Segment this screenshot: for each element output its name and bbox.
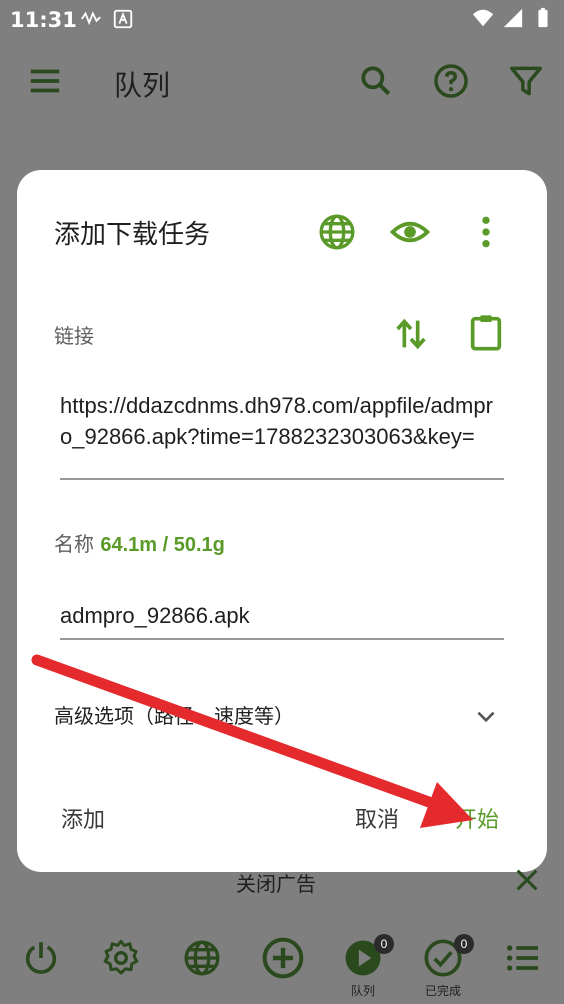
close-icon[interactable] <box>513 866 541 894</box>
signal-activity-icon <box>81 11 101 26</box>
add-button[interactable]: 添加 <box>61 802 105 834</box>
filter-icon[interactable] <box>507 62 545 100</box>
bottom-nav: 0 队列 0 已完成 <box>0 922 564 1004</box>
filename-input[interactable]: admpro_92866.apk <box>60 596 504 640</box>
browser-globe-icon[interactable] <box>182 938 222 978</box>
power-icon[interactable] <box>21 938 61 978</box>
close-ad-label[interactable]: 关闭广告 <box>236 868 316 897</box>
cell-signal-icon <box>503 8 523 28</box>
advanced-options-label[interactable]: 高级选项（路径、速度等） <box>54 700 294 729</box>
battery-icon <box>538 7 548 28</box>
more-vert-icon[interactable] <box>466 212 506 252</box>
dialog-title: 添加下载任务 <box>54 220 211 250</box>
chevron-down-icon[interactable] <box>473 704 499 730</box>
clipboard-icon[interactable] <box>466 312 506 352</box>
swap-vertical-icon[interactable] <box>391 314 431 354</box>
queue-badge: 0 <box>374 934 394 954</box>
name-label-row: 名称 64.1m / 50.1g <box>54 528 225 557</box>
size-info: 64.1m / 50.1g <box>100 534 225 556</box>
search-icon[interactable] <box>357 62 395 100</box>
nav-label-completed: 已完成 <box>425 984 462 998</box>
list-icon[interactable] <box>503 938 543 978</box>
globe-icon[interactable] <box>317 212 357 252</box>
add-circle-icon[interactable] <box>261 936 305 980</box>
menu-icon[interactable] <box>26 62 64 100</box>
cancel-button[interactable]: 取消 <box>355 802 399 834</box>
app-bar: 队列 <box>0 38 564 126</box>
settings-icon[interactable] <box>101 938 141 978</box>
start-button[interactable]: 开始 <box>455 802 499 834</box>
accessibility-a-icon <box>113 9 133 29</box>
status-bar: 11:31 <box>0 0 564 38</box>
wifi-icon <box>472 9 494 27</box>
name-label: 名称 <box>54 532 94 556</box>
add-download-dialog: 添加下载任务 链接 https://ddazcdnms.dh978.com/ap… <box>17 170 547 872</box>
eye-icon[interactable] <box>390 212 430 252</box>
nav-label-queue: 队列 <box>351 984 376 998</box>
link-label: 链接 <box>54 324 94 348</box>
page-title: 队列 <box>114 69 171 102</box>
url-input[interactable]: https://ddazcdnms.dh978.com/appfile/admp… <box>60 388 504 480</box>
status-time: 11:31 <box>10 8 77 32</box>
completed-badge: 0 <box>454 934 474 954</box>
help-icon[interactable] <box>432 62 470 100</box>
